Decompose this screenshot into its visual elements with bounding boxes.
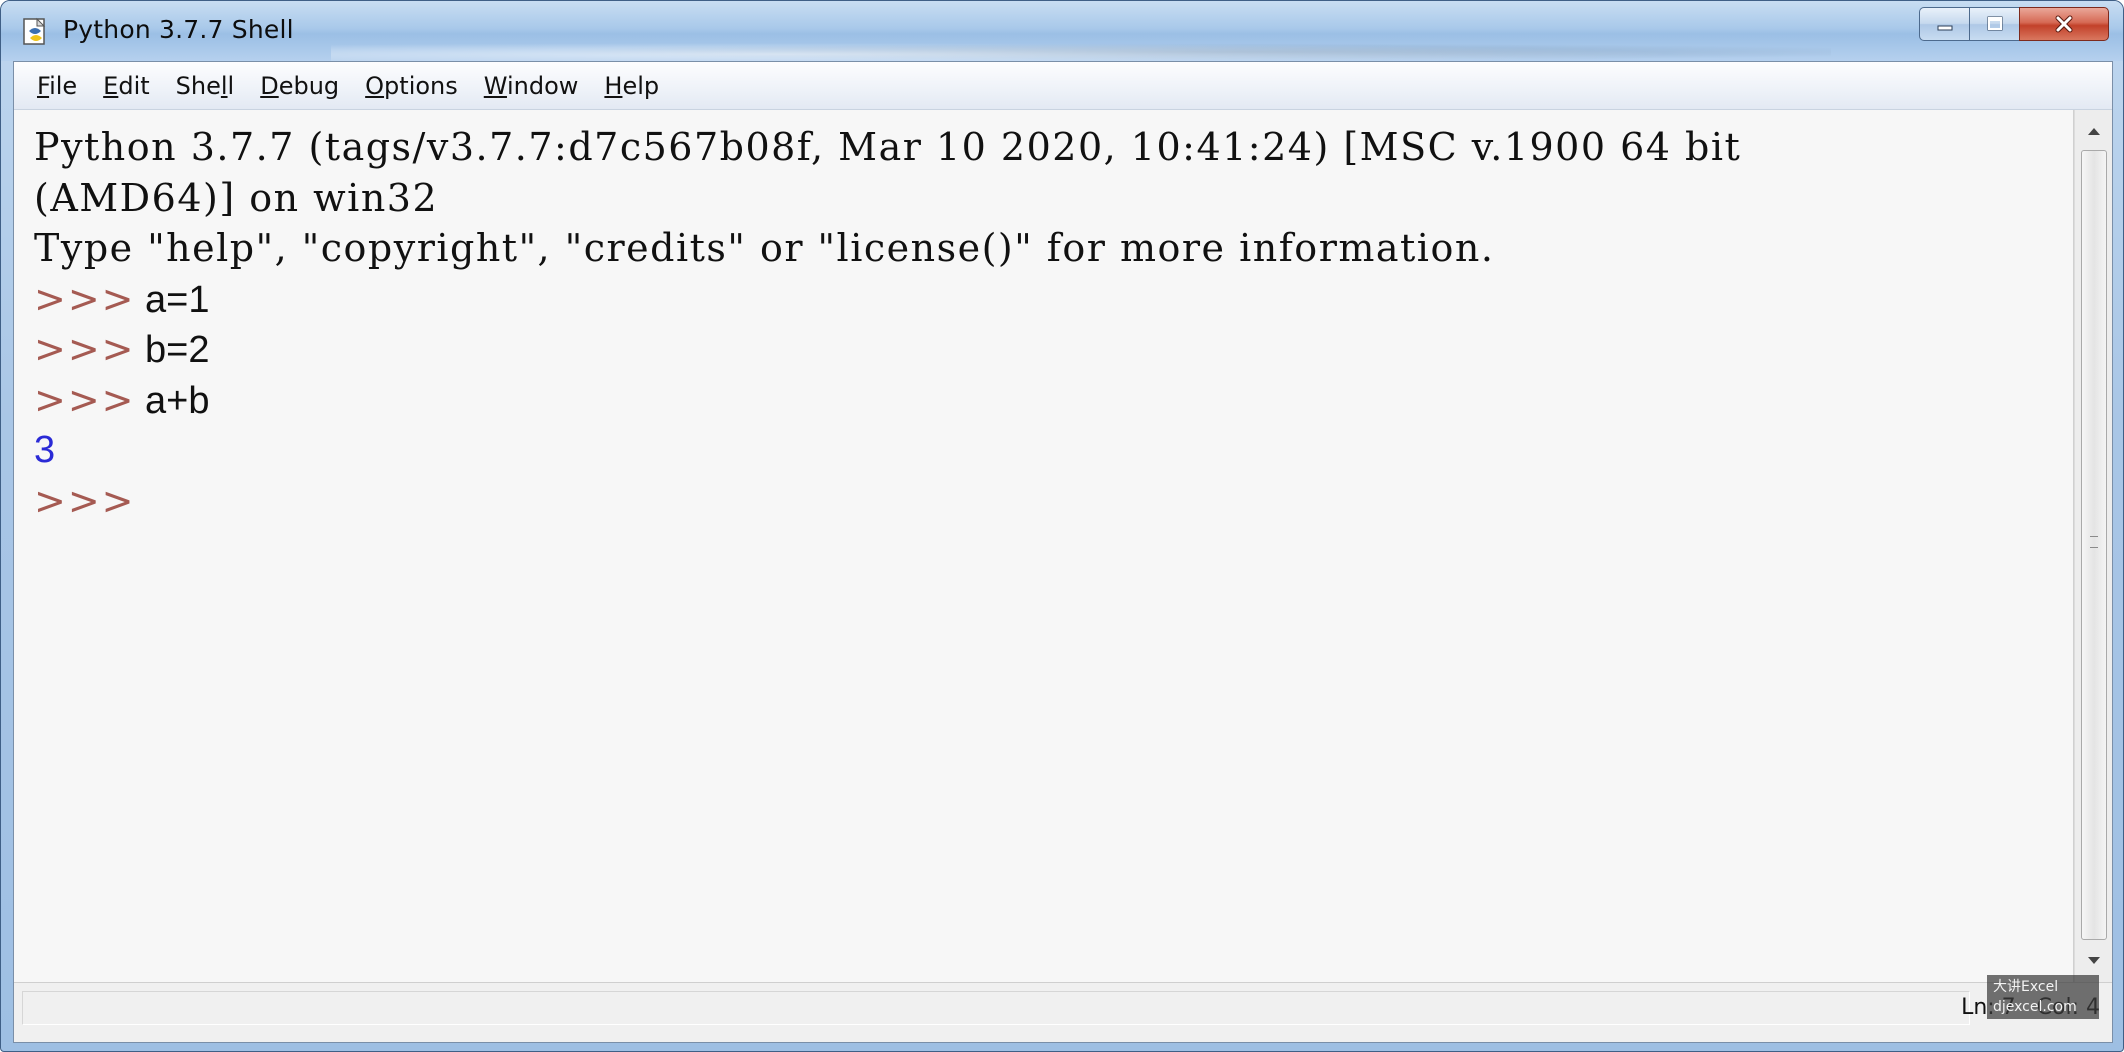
client-area: File Edit Shell Debug Options Window Hel… (13, 61, 2113, 1043)
scroll-up-arrow-icon (2088, 128, 2100, 135)
shell-prompt: >>> (34, 377, 136, 422)
shell-input-text: a=1 (145, 278, 210, 321)
shell-output-line: 3 (34, 425, 2073, 476)
maximize-icon (1987, 16, 2002, 31)
status-bar: Ln: 7 Col: 4 (14, 982, 2112, 1042)
banner-line: (AMD64)] on win32 (34, 175, 439, 220)
minimize-icon (1937, 25, 1952, 31)
idle-shell-window: Python 3.7.7 Shell File Edit Shell Debug… (0, 0, 2124, 1052)
status-message-field (22, 991, 1970, 1025)
shell-prompt: >>> (34, 327, 136, 371)
menu-help[interactable]: Help (591, 68, 672, 104)
watermark-line: 大讲Excel (1993, 979, 2059, 995)
shell-input-text: a+b (145, 379, 210, 422)
scroll-up-button[interactable] (2075, 112, 2113, 150)
shell-input-line: >>> b=2 (34, 324, 2073, 375)
menu-shell[interactable]: Shell (163, 68, 248, 104)
menu-file[interactable]: File (24, 68, 90, 104)
maximize-button[interactable] (1969, 7, 2019, 41)
shell-input-text: b=2 (145, 329, 210, 371)
menu-options[interactable]: Options (352, 68, 471, 104)
menu-window[interactable]: Window (471, 68, 592, 104)
watermark-logo: 大讲Excel djexcel.com (1987, 975, 2099, 1019)
vertical-scrollbar[interactable] (2074, 110, 2112, 982)
menu-bar: File Edit Shell Debug Options Window Hel… (14, 62, 2112, 110)
shell-input-line: >>> a+b (34, 375, 2073, 426)
shell-text-area[interactable]: Python 3.7.7 (tags/v3.7.7:d7c567b08f, Ma… (14, 110, 2074, 982)
watermark-line: djexcel.com (1993, 999, 2077, 1015)
menu-edit[interactable]: Edit (90, 68, 162, 104)
menu-debug[interactable]: Debug (247, 68, 352, 104)
scroll-down-arrow-icon (2088, 957, 2100, 964)
shell-input-line: >>> a=1 (34, 274, 2073, 325)
shell-active-prompt-line[interactable]: >>> (34, 476, 2073, 527)
window-title: Python 3.7.7 Shell (63, 15, 294, 44)
title-bar[interactable]: Python 3.7.7 Shell (1, 1, 2123, 63)
python-idle-icon[interactable] (21, 17, 51, 47)
shell-prompt: >>> (34, 276, 136, 321)
window-controls (1919, 7, 2109, 41)
minimize-button[interactable] (1919, 7, 1969, 41)
banner-line: Type "help", "copyright", "credits" or "… (34, 226, 1495, 270)
close-button[interactable] (2019, 7, 2109, 41)
banner-line: Python 3.7.7 (tags/v3.7.7:d7c567b08f, Ma… (34, 125, 1742, 169)
shell-prompt: >>> (34, 478, 136, 523)
shell-output-text: 3 (34, 429, 56, 471)
scroll-thumb[interactable] (2081, 150, 2107, 940)
close-icon (2055, 15, 2073, 33)
